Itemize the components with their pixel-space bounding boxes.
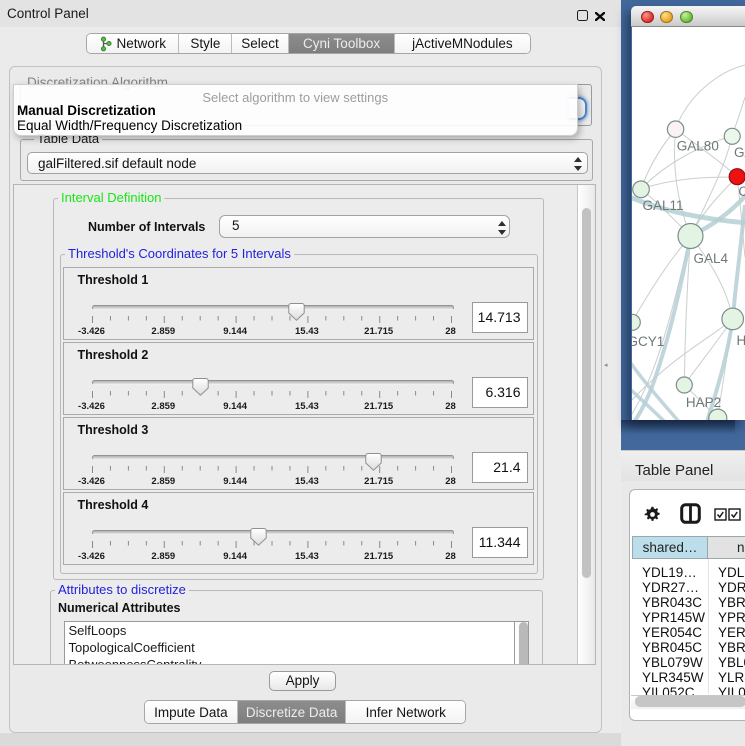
svg-text:GAL80: GAL80 <box>677 139 719 154</box>
svg-text:C: C <box>738 184 745 199</box>
svg-text:HAP2: HAP2 <box>686 395 721 410</box>
svg-text:GAL4: GAL4 <box>694 251 729 266</box>
svg-text:GCY1: GCY1 <box>632 334 664 349</box>
svg-text:GA: GA <box>734 145 745 160</box>
svg-text:GAL11: GAL11 <box>643 198 684 213</box>
svg-text:H: H <box>737 333 745 348</box>
